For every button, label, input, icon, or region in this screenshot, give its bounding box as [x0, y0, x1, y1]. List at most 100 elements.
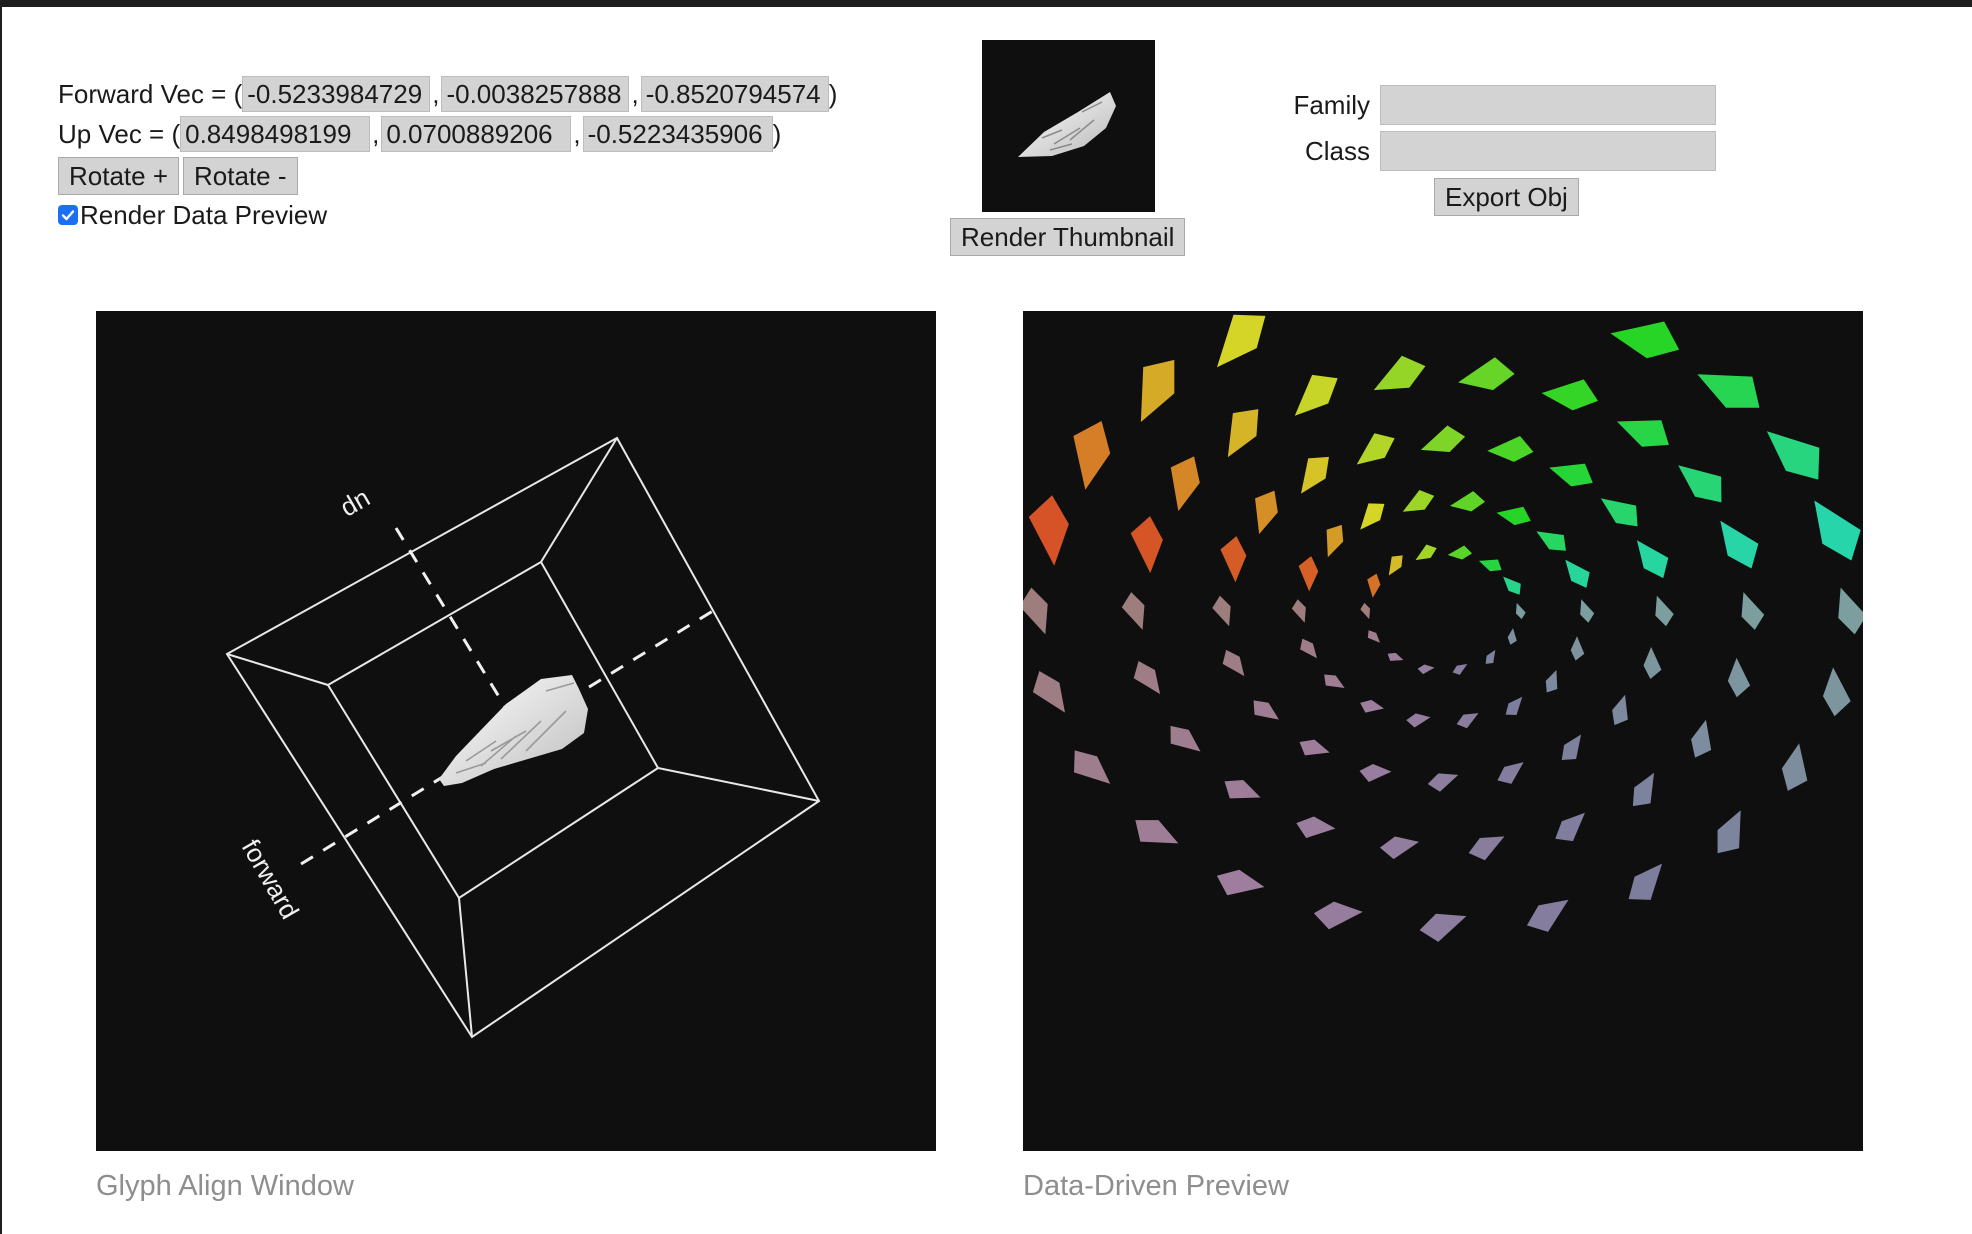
preview-glyph — [1224, 780, 1261, 799]
forward-axis-label: forward — [236, 834, 305, 924]
data-driven-preview-canvas[interactable] — [1019, 311, 1867, 1151]
family-input[interactable] — [1380, 85, 1716, 125]
preview-glyph — [1600, 498, 1638, 527]
preview-glyph — [1130, 516, 1163, 574]
preview-glyph — [1478, 559, 1502, 572]
preview-glyph — [1515, 602, 1526, 620]
preview-glyph — [1227, 409, 1259, 458]
preview-glyph — [1545, 670, 1558, 693]
preview-glyph — [1741, 592, 1765, 630]
preview-glyph — [1299, 739, 1330, 756]
class-label: Class — [1304, 135, 1370, 166]
preview-glyph — [1170, 456, 1200, 512]
preview-glyph — [1561, 734, 1582, 760]
glyph-align-canvas[interactable]: up forward — [96, 311, 936, 1151]
preview-glyph — [1216, 869, 1265, 896]
preview-glyph — [1822, 667, 1851, 717]
forward-vector-close: ) — [828, 78, 838, 109]
preview-glyph — [1419, 913, 1467, 942]
preview-glyph — [1301, 456, 1329, 494]
forward-vector-row: Forward Vec = ( , , ) — [58, 74, 837, 114]
preview-glyph — [1643, 647, 1662, 679]
preview-glyph — [1135, 820, 1179, 844]
forward-x-input[interactable] — [242, 76, 431, 112]
window-top-border — [0, 0, 1972, 7]
separator: , — [372, 118, 380, 149]
preview-glyph — [1326, 524, 1344, 558]
up-axis-label: up — [337, 486, 377, 526]
glyph-thumbnail — [982, 40, 1155, 212]
preview-glyph — [1298, 556, 1319, 592]
preview-glyph — [1121, 592, 1145, 630]
glyph-align-scene: up forward — [225, 436, 821, 1039]
preview-glyph — [1838, 587, 1867, 635]
preview-glyph — [1222, 649, 1245, 677]
forward-y-input[interactable] — [441, 76, 630, 112]
preview-glyph — [1458, 357, 1515, 391]
preview-glyph — [1133, 661, 1161, 695]
preview-glyph — [1220, 536, 1247, 583]
up-z-input[interactable] — [582, 116, 773, 152]
separator: , — [631, 78, 639, 109]
preview-glyph — [1360, 503, 1385, 530]
preview-glyph — [1415, 544, 1437, 561]
preview-glyph — [1727, 657, 1751, 698]
preview-glyph — [1616, 420, 1669, 447]
preview-glyph — [1536, 531, 1566, 551]
export-obj-button[interactable]: Export Obj — [1434, 178, 1579, 216]
glyph-align-caption: Glyph Align Window — [96, 1170, 354, 1202]
preview-glyph — [1324, 674, 1345, 688]
preview-glyph — [1507, 628, 1517, 645]
preview-glyph — [1420, 425, 1466, 453]
forward-z-input[interactable] — [640, 76, 829, 112]
rotate-buttons-row: Rotate + Rotate - — [58, 154, 837, 198]
up-vector-close: ) — [772, 118, 782, 149]
preview-glyph — [1255, 490, 1278, 535]
preview-glyph — [1678, 465, 1722, 503]
render-preview-checkbox-row[interactable]: Render Data Preview — [58, 198, 837, 232]
rotate-minus-button[interactable]: Rotate - — [183, 157, 298, 195]
preview-glyph — [1373, 355, 1426, 391]
preview-glyph — [1296, 816, 1336, 838]
preview-glyph — [1628, 863, 1663, 900]
preview-glyph — [1452, 664, 1468, 675]
preview-glyph — [1294, 374, 1338, 416]
preview-glyph — [1028, 495, 1069, 566]
preview-glyph — [1212, 595, 1231, 627]
window-left-border — [0, 0, 2, 1234]
glyph-field — [1019, 314, 1867, 942]
glyph-model[interactable] — [439, 675, 588, 786]
preview-glyph — [1360, 602, 1371, 620]
preview-glyph — [1632, 772, 1655, 807]
preview-glyph — [1496, 506, 1531, 526]
up-y-input[interactable] — [381, 116, 572, 152]
rotate-plus-button[interactable]: Rotate + — [58, 157, 180, 195]
preview-glyph — [1503, 576, 1521, 595]
checkmark-icon — [61, 210, 75, 221]
preview-glyph — [1612, 694, 1628, 726]
preview-glyph — [1313, 901, 1363, 930]
forward-vector-label: Forward Vec = ( — [58, 78, 243, 109]
preview-glyph — [1555, 812, 1585, 842]
preview-glyph — [1449, 491, 1486, 512]
separator: , — [573, 118, 581, 149]
render-preview-label: Render Data Preview — [80, 199, 328, 230]
preview-glyph — [1655, 595, 1674, 627]
glyph-thumbnail-shape — [1018, 92, 1116, 157]
up-x-input[interactable] — [180, 116, 371, 152]
preview-glyph — [1402, 489, 1435, 512]
render-preview-checkbox[interactable] — [58, 205, 78, 225]
preview-glyph — [1032, 671, 1065, 713]
preview-glyph — [1697, 374, 1760, 408]
preview-glyph — [1379, 836, 1419, 860]
preview-glyph — [1781, 743, 1808, 791]
preview-glyph — [1300, 638, 1317, 659]
preview-glyph — [1427, 773, 1459, 792]
preview-glyph — [1360, 699, 1384, 713]
preview-glyph — [1019, 587, 1048, 635]
preview-glyph — [1497, 762, 1524, 784]
render-thumbnail-button[interactable]: Render Thumbnail — [950, 218, 1186, 256]
preview-glyph — [1636, 540, 1669, 579]
preview-glyph — [1170, 725, 1201, 752]
class-input[interactable] — [1380, 131, 1716, 171]
